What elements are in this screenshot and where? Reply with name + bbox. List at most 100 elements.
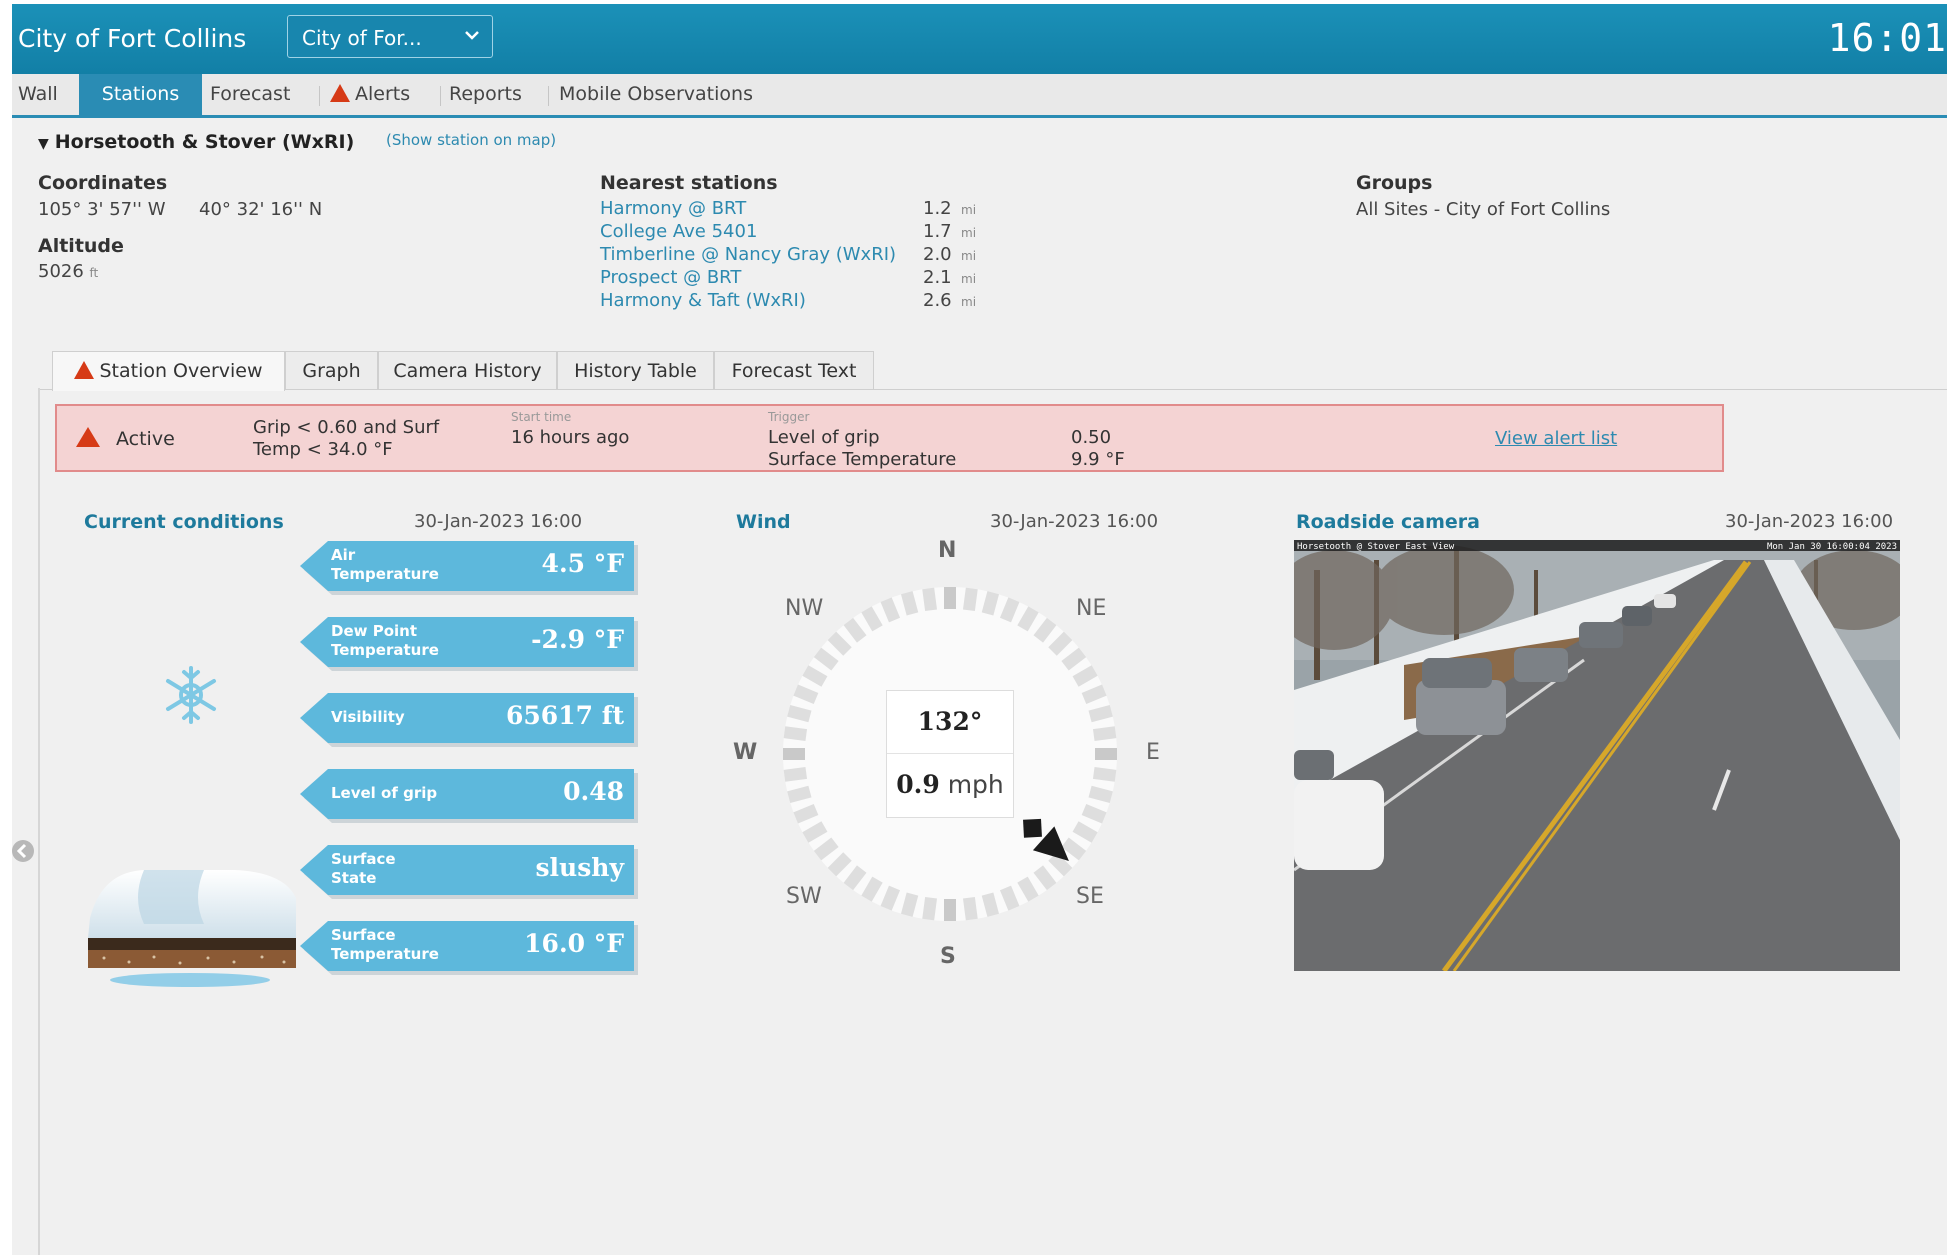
condition-tile: Level of grip 0.48 [300,769,634,819]
cardinal-n: N [938,538,957,563]
nav-alerts[interactable]: Alerts [330,74,430,115]
condition-label: Air Temperature [331,546,439,583]
wind-speed: 0.9 mph [887,754,1013,816]
cardinal-sw: SW [786,884,822,909]
tab-station-overview[interactable]: Station Overview [52,351,285,391]
altitude-value: 5026 ft [38,261,98,282]
cardinal-e: E [1146,740,1160,765]
latitude: 40° 32' 16'' N [199,199,323,220]
coordinates-label: Coordinates [38,172,168,194]
trigger-value: 9.9 °F [1071,449,1125,470]
caret-down-icon: ▼ [38,136,49,152]
roadside-camera-title: Roadside camera [1296,511,1480,533]
clock: 16:01 [1827,16,1947,60]
condition-value: 0.48 [563,777,624,806]
main-nav: Wall Stations Forecast Alerts Reports Mo… [12,74,1947,118]
nearest-station-link[interactable]: Harmony @ BRT [600,198,746,219]
condition-label: Dew Point Temperature [331,622,439,659]
camera-overlay-left: Horsetooth @ Stover East View [1297,542,1455,552]
altitude-label: Altitude [38,235,124,257]
trigger-value: 0.50 [1071,427,1112,448]
list-item: Timberline @ Nancy Gray (WxRI) 2.0 mi [600,244,1000,267]
divider [38,388,40,1255]
nearest-station-link[interactable]: Prospect @ BRT [600,267,741,288]
wind-speed-value: 0.9 [896,770,940,799]
nearest-stations-list: Harmony @ BRT 1.2 mi College Ave 5401 1.… [600,198,1000,313]
cardinal-nw: NW [785,596,824,621]
site-select[interactable]: City of For... [287,15,493,58]
station-name: Horsetooth & Stover (WxRI) [54,131,355,153]
camera-image[interactable]: Horsetooth @ Stover East View Mon Jan 30… [1294,540,1900,971]
current-conditions-timestamp: 30-Jan-2023 16:00 [414,511,583,532]
chevron-down-icon [464,26,480,46]
condition-value: -2.9 °F [531,625,624,654]
cardinal-se: SE [1076,884,1104,909]
distance-unit: mi [961,203,977,217]
nav-mobile-observations[interactable]: Mobile Observations [559,74,759,115]
condition-tile: Visibility 65617 ft [300,693,634,743]
condition-label: Level of grip [331,784,438,802]
current-conditions-title: Current conditions [84,511,284,533]
compass-tick [944,899,956,921]
tab-forecast-text[interactable]: Forecast Text [714,351,874,389]
condition-tile: Surface Temperature 16.0 °F [300,921,634,971]
wind-timestamp: 30-Jan-2023 16:00 [990,511,1159,532]
longitude: 105° 3' 57'' W [38,199,166,220]
condition-tile: Dew Point Temperature -2.9 °F [300,617,634,667]
nearest-station-link[interactable]: Timberline @ Nancy Gray (WxRI) [600,244,896,265]
nearest-stations-label: Nearest stations [600,172,778,194]
show-on-map-link[interactable]: (Show station on map) [386,131,556,149]
camera-overlay-right: Mon Jan 30 16:00:04 2023 [1767,542,1897,552]
condition-value: slushy [535,853,624,882]
altitude-number: 5026 [38,261,84,282]
condition-label: Surface State [331,850,396,887]
start-time-value: 16 hours ago [511,427,630,448]
wind-direction: 132° [887,691,1013,754]
snowflake-icon [162,664,220,730]
wind-speed-unit: mph [947,770,1004,799]
nav-alerts-label: Alerts [355,83,411,105]
nearest-station-distance: 1.7 [923,221,952,242]
list-item: Harmony & Taft (WxRI) 2.6 mi [600,290,1000,313]
trigger-name: Level of grip [768,427,880,448]
site-select-value: City of For... [302,26,422,50]
view-alert-list-link[interactable]: View alert list [1495,428,1617,449]
tab-graph[interactable]: Graph [285,351,378,389]
station-heading[interactable]: ▼ Horsetooth & Stover (WxRI) [38,131,354,153]
alert-rule: Grip < 0.60 and Surf Temp < 34.0 °F [253,417,440,460]
groups-value: All Sites - City of Fort Collins [1356,199,1611,220]
alert-status: Active [116,428,175,450]
nearest-station-distance: 2.1 [923,267,952,288]
camera-timestamp: 30-Jan-2023 16:00 [1725,511,1894,532]
nav-wall[interactable]: Wall [18,74,63,115]
wind-title: Wind [736,511,791,533]
nav-reports[interactable]: Reports [449,74,539,115]
condition-label: Surface Temperature [331,926,439,963]
nearest-station-distance: 2.6 [923,290,952,311]
list-item: College Ave 5401 1.7 mi [600,221,1000,244]
condition-value: 4.5 °F [541,549,624,578]
condition-tile: Air Temperature 4.5 °F [300,541,634,591]
compass-tick [944,587,956,609]
start-time-label: Start time [511,410,572,424]
nearest-station-link[interactable]: College Ave 5401 [600,221,757,242]
nearest-station-distance: 2.0 [923,244,952,265]
list-item: Prospect @ BRT 2.1 mi [600,267,1000,290]
condition-label: Visibility [331,708,405,726]
tab-camera-history[interactable]: Camera History [378,351,557,389]
tab-station-overview-label: Station Overview [99,360,263,382]
alert-triangle-icon [74,361,95,379]
distance-unit: mi [961,295,977,309]
nav-stations[interactable]: Stations [79,74,202,115]
road-surface-icon [84,858,298,994]
tab-history-table[interactable]: History Table [557,351,714,389]
nearest-station-link[interactable]: Harmony & Taft (WxRI) [600,290,806,311]
condition-tile: Surface State slushy [300,845,634,895]
collapse-arrow-icon[interactable] [12,840,34,862]
nav-forecast[interactable]: Forecast [210,74,310,115]
distance-unit: mi [961,226,977,240]
distance-unit: mi [961,272,977,286]
cardinal-w: W [733,740,758,765]
alert-triangle-icon [330,84,350,102]
cardinal-s: S [940,944,956,969]
